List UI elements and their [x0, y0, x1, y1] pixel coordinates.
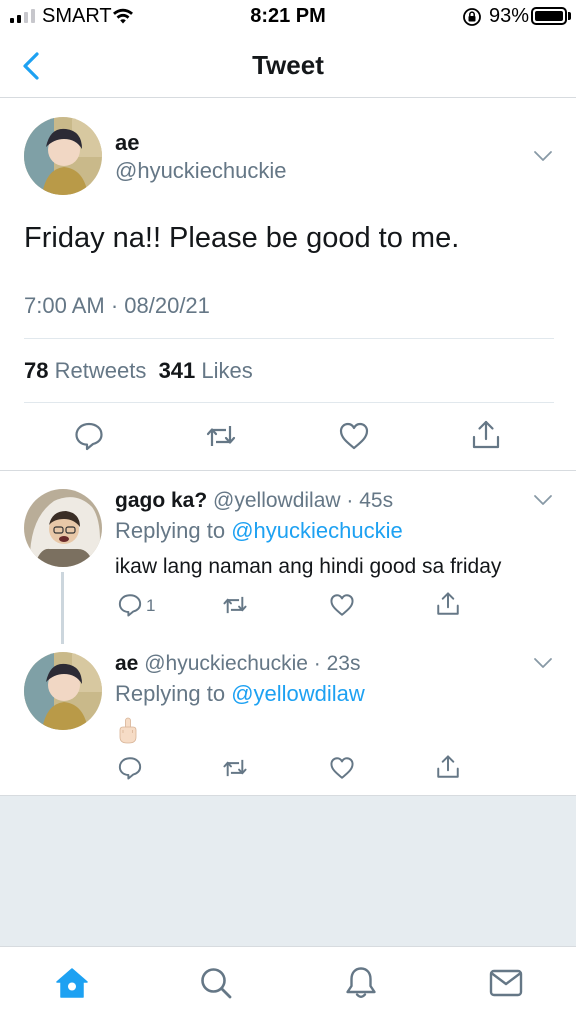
tweet-author-name[interactable]: ae [115, 130, 139, 156]
tweet-text: Friday na!! Please be good to me. [24, 222, 460, 254]
reply-button[interactable] [117, 592, 143, 618]
share-button[interactable] [470, 419, 502, 451]
reply-author-name[interactable]: ae [115, 652, 138, 675]
reply-author-handle[interactable]: @hyuckiechuckie [144, 652, 308, 675]
share-button[interactable] [435, 754, 461, 780]
like-button[interactable] [329, 592, 355, 618]
reply-button[interactable] [73, 420, 105, 452]
tab-notifications[interactable] [343, 965, 379, 1001]
share-icon [437, 755, 459, 778]
replying-to: Replying to @yellowdilaw [115, 681, 365, 707]
replying-prefix: Replying to [115, 518, 226, 543]
divider [24, 338, 554, 339]
reply-age: · 45s [346, 489, 394, 512]
middle-finger-emoji-icon [119, 717, 137, 744]
avatar[interactable] [24, 117, 102, 195]
heart-icon [330, 757, 354, 779]
retweet-button[interactable] [222, 592, 248, 618]
empty-area [0, 796, 576, 946]
likes-count[interactable]: 341 [159, 358, 196, 383]
share-button[interactable] [435, 591, 461, 617]
tweet-stats: 78 Retweets 341 Likes [24, 358, 253, 384]
reply-header: ae @hyuckiechuckie · 23s [115, 652, 360, 676]
thread-connector-line [61, 572, 64, 644]
reply-icon [75, 422, 103, 451]
bottom-tab-bar [0, 946, 576, 1024]
navigation-header: Tweet [0, 34, 576, 98]
like-button[interactable] [338, 420, 370, 452]
share-icon [472, 420, 500, 449]
tab-home[interactable] [54, 965, 90, 1001]
avatar[interactable] [24, 652, 102, 730]
messages-envelope-icon [489, 969, 523, 997]
heart-icon [339, 422, 369, 450]
replying-to-link[interactable]: @hyuckiechuckie [231, 518, 403, 543]
reply-text: ikaw lang naman ang hindi good sa friday [115, 555, 502, 578]
reply-count: 1 [146, 596, 156, 615]
home-icon [56, 968, 88, 998]
battery-cap [568, 12, 571, 20]
divider [24, 402, 554, 403]
reply-icon [118, 757, 142, 780]
battery-icon [531, 7, 567, 25]
reply-header: gago ka? @yellowdilaw · 45s [115, 489, 393, 513]
reply-author-name[interactable]: gago ka? [115, 489, 207, 512]
retweet-icon [206, 426, 236, 446]
like-button[interactable] [329, 755, 355, 781]
avatar[interactable] [24, 489, 102, 567]
tweet-timestamp: 7:00 AM · 08/20/21 [24, 293, 210, 318]
chevron-down-icon[interactable] [533, 657, 553, 669]
battery-percent: 93% [489, 5, 530, 27]
heart-icon [330, 594, 354, 616]
status-bar: SMART 8:21 PM 93% [0, 0, 576, 34]
chevron-down-icon[interactable] [533, 494, 553, 506]
retweet-icon [223, 759, 247, 777]
notifications-bell-icon [346, 967, 376, 998]
replying-to-link[interactable]: @yellowdilaw [231, 681, 365, 706]
retweets-label[interactable]: Retweets [55, 358, 147, 383]
retweet-button[interactable] [205, 420, 237, 452]
page-title: Tweet [252, 50, 324, 80]
section-divider [0, 470, 576, 471]
replying-to: Replying to @hyuckiechuckie [115, 518, 403, 544]
retweets-count[interactable]: 78 [24, 358, 48, 383]
reply-button[interactable] [117, 755, 143, 781]
tweet-author-handle[interactable]: @hyuckiechuckie [115, 158, 287, 184]
reply-icon [118, 594, 142, 617]
likes-label[interactable]: Likes [201, 358, 252, 383]
tab-search[interactable] [198, 965, 234, 1001]
chevron-down-icon[interactable] [533, 150, 553, 162]
share-icon [437, 592, 459, 615]
reply-age: · 23s [313, 652, 361, 675]
reply-author-handle[interactable]: @yellowdilaw [213, 489, 341, 512]
orientation-lock-icon [463, 8, 481, 26]
retweet-icon [223, 596, 247, 614]
retweet-button[interactable] [222, 755, 248, 781]
search-icon [201, 968, 232, 999]
replying-prefix: Replying to [115, 681, 226, 706]
tab-messages[interactable] [488, 965, 524, 1001]
